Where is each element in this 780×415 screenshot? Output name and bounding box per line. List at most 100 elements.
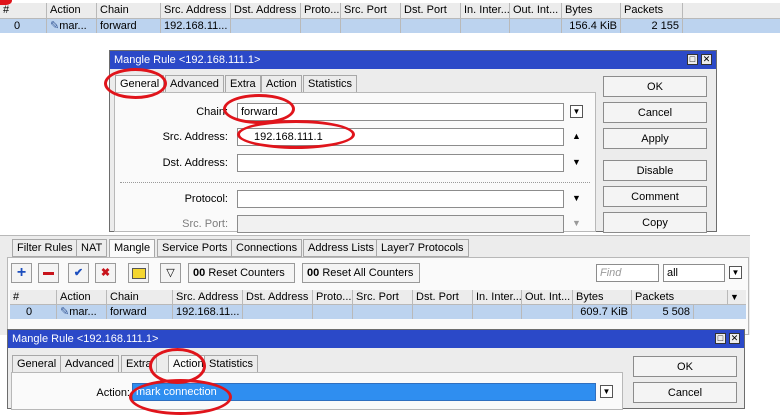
col-proto[interactable]: Proto... xyxy=(313,290,353,304)
counter-icon: 00 xyxy=(193,267,206,279)
tab-nat[interactable]: NAT xyxy=(76,239,108,257)
reset-all-counters-button[interactable]: 00 Reset All Counters xyxy=(302,263,420,283)
top-table-row[interactable]: 0 ✎mar... forward 192.168.11... 156.4 Ki… xyxy=(0,19,780,33)
filter-icon[interactable]: ▽ xyxy=(160,263,181,283)
tab-filter-rules[interactable]: Filter Rules xyxy=(12,239,78,257)
ok-button[interactable]: OK xyxy=(633,356,737,377)
col-bytes[interactable]: Bytes xyxy=(562,3,621,18)
ok-button[interactable]: OK xyxy=(603,76,707,97)
row-action: ✎mar... xyxy=(47,19,97,33)
tab-extra[interactable]: Extra xyxy=(225,75,261,93)
annotation-action-value xyxy=(129,379,232,415)
column-menu-icon[interactable]: ▼ xyxy=(730,290,739,305)
row-packets: 5 508 xyxy=(632,305,694,319)
tab-action[interactable]: Action xyxy=(261,75,302,93)
col-in-interface[interactable]: In. Inter... xyxy=(461,3,510,18)
col-bytes[interactable]: Bytes xyxy=(573,290,632,304)
tab-advanced[interactable]: Advanced xyxy=(60,355,119,373)
chain-label: Chain: xyxy=(196,106,228,118)
tab-mangle[interactable]: Mangle xyxy=(109,239,156,257)
add-icon[interactable]: + xyxy=(11,263,32,283)
col-out-interface[interactable]: Out. Int... xyxy=(510,3,562,18)
row-packets: 2 155 xyxy=(621,19,683,33)
row-chain: forward xyxy=(97,19,161,33)
protocol-label: Protocol: xyxy=(184,193,228,205)
col-num[interactable]: # xyxy=(0,3,47,18)
counter-icon: 00 xyxy=(307,267,320,279)
mangle-rule-window: Mangle Rule <192.168.111.1> □ ✕ General … xyxy=(109,50,717,233)
maximize-icon[interactable]: □ xyxy=(687,54,698,65)
tab-connections[interactable]: Connections xyxy=(231,239,303,257)
enable-icon[interactable]: ✔ xyxy=(68,263,89,283)
action-dropdown-icon[interactable]: ▼ xyxy=(600,385,613,398)
disable-icon[interactable]: ✖ xyxy=(95,263,116,283)
protocol-field[interactable] xyxy=(237,190,564,208)
cancel-button[interactable]: Cancel xyxy=(633,382,737,403)
src-port-label: Src. Port: xyxy=(182,218,228,230)
separator xyxy=(120,182,590,183)
col-in-interface[interactable]: In. Inter... xyxy=(473,290,522,304)
annotation-general-tab xyxy=(104,68,167,99)
main-table-row[interactable]: 0 ✎mar... forward 192.168.11... 609.7 Ki… xyxy=(10,305,746,319)
expand-down-icon[interactable]: ▼ xyxy=(572,193,581,203)
tab-statistics[interactable]: Statistics xyxy=(303,75,358,93)
annotation-src-address xyxy=(237,120,355,149)
tab-service-ports[interactable]: Service Ports xyxy=(157,239,233,257)
col-src-port[interactable]: Src. Port xyxy=(353,290,413,304)
col-dst-port[interactable]: Dst. Port xyxy=(413,290,473,304)
row-bytes: 156.4 KiB xyxy=(562,19,621,33)
expand-down-icon[interactable]: ▼ xyxy=(572,218,581,228)
col-chain[interactable]: Chain xyxy=(107,290,173,304)
col-chain[interactable]: Chain xyxy=(97,3,161,18)
pencil-icon: ✎ xyxy=(50,20,60,32)
close-icon[interactable]: ✕ xyxy=(701,54,712,65)
col-src-port[interactable]: Src. Port xyxy=(341,3,401,18)
remove-icon[interactable] xyxy=(38,263,59,283)
comment-button[interactable]: Comment xyxy=(603,186,707,207)
action-label: Action: xyxy=(96,387,130,399)
col-dst-address[interactable]: Dst. Address xyxy=(231,3,301,18)
filter-select[interactable]: all xyxy=(663,264,725,282)
cancel-button[interactable]: Cancel xyxy=(603,102,707,123)
pencil-icon: ✎ xyxy=(60,306,70,318)
window-title: Mangle Rule <192.168.111.1> xyxy=(8,330,744,348)
col-packets[interactable]: Packets xyxy=(621,3,683,18)
main-table-header: # Action Chain Src. Address Dst. Address… xyxy=(10,290,746,305)
col-proto[interactable]: Proto... xyxy=(301,3,341,18)
src-address-label: Src. Address: xyxy=(162,131,228,143)
row-num: 0 xyxy=(0,19,47,33)
row-action: ✎mar... xyxy=(57,305,107,319)
tab-advanced[interactable]: Advanced xyxy=(165,75,224,93)
row-num: 0 xyxy=(10,305,57,319)
chain-dropdown-icon[interactable]: ▼ xyxy=(570,105,583,118)
close-icon[interactable]: ✕ xyxy=(729,333,740,344)
tab-address-lists[interactable]: Address Lists xyxy=(303,239,380,257)
col-action[interactable]: Action xyxy=(47,3,97,18)
comment-icon[interactable] xyxy=(128,263,149,283)
tab-general[interactable]: General xyxy=(12,355,62,373)
col-src-address[interactable]: Src. Address xyxy=(173,290,243,304)
maximize-icon[interactable]: □ xyxy=(715,333,726,344)
tab-statistics[interactable]: Statistics xyxy=(204,355,259,373)
apply-button[interactable]: Apply xyxy=(603,128,707,149)
col-action[interactable]: Action xyxy=(57,290,107,304)
dst-address-field[interactable] xyxy=(237,154,564,172)
expand-down-icon[interactable]: ▼ xyxy=(572,157,581,167)
reset-counters-button[interactable]: 00 Reset Counters xyxy=(188,263,295,283)
src-port-field[interactable] xyxy=(237,215,564,233)
mangle-rule-window-2: Mangle Rule <192.168.111.1> □ ✕ General … xyxy=(7,329,745,410)
dst-address-label: Dst. Address: xyxy=(162,157,228,169)
col-num[interactable]: # xyxy=(10,290,57,304)
collapse-up-icon[interactable]: ▲ xyxy=(572,131,581,141)
col-out-interface[interactable]: Out. Int... xyxy=(522,290,573,304)
filter-dropdown-icon[interactable]: ▼ xyxy=(729,266,742,279)
col-src-address[interactable]: Src. Address xyxy=(161,3,231,18)
col-dst-address[interactable]: Dst. Address xyxy=(243,290,313,304)
row-src: 192.168.11... xyxy=(173,305,243,319)
find-input[interactable]: Find xyxy=(596,264,659,282)
col-packets[interactable]: Packets xyxy=(632,290,728,304)
copy-button[interactable]: Copy xyxy=(603,212,707,233)
disable-button[interactable]: Disable xyxy=(603,160,707,181)
tab-layer7-protocols[interactable]: Layer7 Protocols xyxy=(376,239,469,257)
col-dst-port[interactable]: Dst. Port xyxy=(401,3,461,18)
